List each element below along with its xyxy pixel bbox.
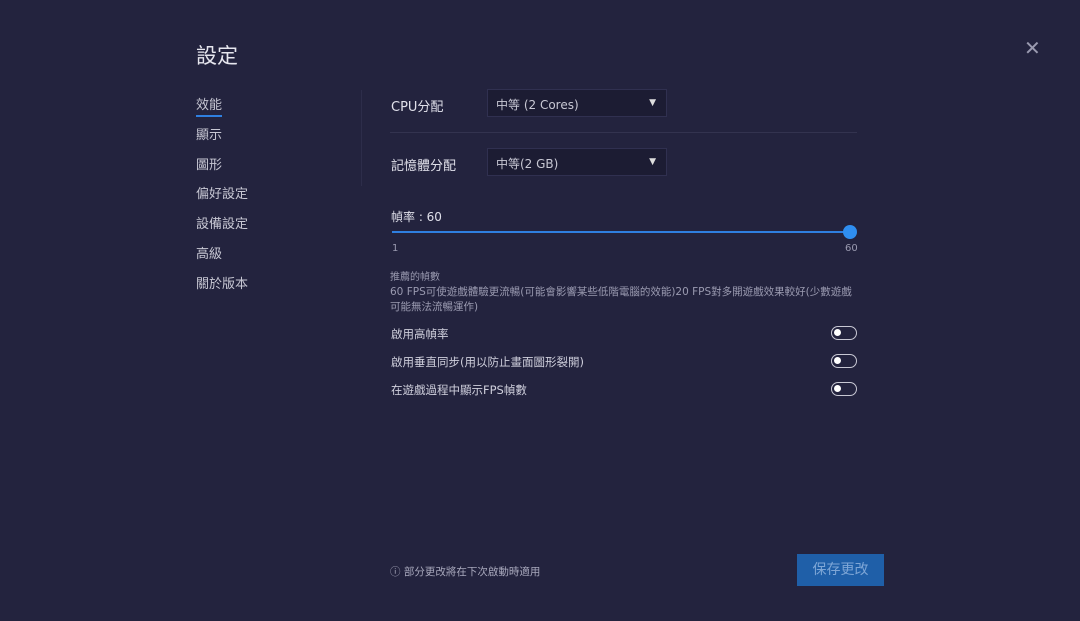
vsync-toggle[interactable] — [831, 354, 857, 368]
recommend-text: 60 FPS可使遊戲體驗更流暢(可能會影響某些低階電腦的效能)20 FPS對多開… — [390, 285, 860, 315]
divider — [361, 90, 362, 186]
nav-label: 效能 — [196, 98, 222, 117]
divider — [390, 132, 857, 133]
note-text: 部分更改將在下次啟動時適用 — [404, 566, 541, 578]
toggle-label: 啟用高幀率 — [391, 327, 449, 341]
memory-value: 中等(2 GB) — [496, 157, 558, 171]
nav-label: 顯示 — [196, 128, 222, 143]
toggle-row-show-fps: 在遊戲過程中顯示FPS幀數 — [391, 382, 857, 398]
cpu-label: CPU分配 — [391, 96, 443, 115]
fps-label: 幀率 : 60 — [391, 208, 442, 225]
nav-about[interactable]: 關於版本 — [196, 273, 248, 303]
nav-device[interactable]: 設備設定 — [196, 213, 248, 243]
high-fps-toggle[interactable] — [831, 326, 857, 340]
show-fps-toggle[interactable] — [831, 382, 857, 396]
recommend-title: 推薦的幀數 — [390, 268, 440, 283]
nav-graphics[interactable]: 圖形 — [196, 154, 248, 184]
chevron-down-icon: ▼ — [649, 157, 656, 167]
info-icon: ⓘ — [390, 566, 404, 578]
close-icon[interactable]: ✕ — [1024, 36, 1041, 60]
nav-label: 圖形 — [196, 158, 222, 173]
nav-label: 關於版本 — [196, 277, 248, 292]
fps-slider-handle[interactable] — [843, 225, 857, 239]
toggle-label: 在遊戲過程中顯示FPS幀數 — [391, 383, 527, 397]
page-title: 設定 — [196, 40, 238, 70]
nav-display[interactable]: 顯示 — [196, 124, 248, 154]
cpu-select[interactable]: 中等 (2 Cores) ▼ — [487, 89, 667, 117]
chevron-down-icon: ▼ — [649, 98, 656, 108]
toggle-label: 啟用垂直同步(用以防止畫面圖形裂開) — [391, 355, 584, 369]
nav-preferences[interactable]: 偏好設定 — [196, 183, 248, 213]
memory-select[interactable]: 中等(2 GB) ▼ — [487, 148, 667, 176]
toggle-row-vsync: 啟用垂直同步(用以防止畫面圖形裂開) — [391, 354, 857, 370]
memory-label: 記憶體分配 — [391, 155, 456, 174]
restart-note: ⓘ 部分更改將在下次啟動時適用 — [390, 564, 540, 579]
fps-max: 60 — [845, 243, 858, 254]
toggle-row-high-fps: 啟用高幀率 — [391, 326, 857, 342]
nav-label: 偏好設定 — [196, 187, 248, 202]
nav-advanced[interactable]: 高級 — [196, 243, 248, 273]
fps-slider-track[interactable] — [392, 231, 850, 233]
fps-min: 1 — [392, 243, 398, 254]
nav-performance[interactable]: 效能 — [196, 94, 248, 124]
nav-label: 設備設定 — [196, 217, 248, 232]
nav-label: 高級 — [196, 247, 222, 262]
save-button[interactable]: 保存更改 — [797, 554, 884, 586]
sidebar-nav: 效能 顯示 圖形 偏好設定 設備設定 高級 關於版本 — [196, 94, 248, 303]
cpu-value: 中等 (2 Cores) — [496, 98, 579, 112]
